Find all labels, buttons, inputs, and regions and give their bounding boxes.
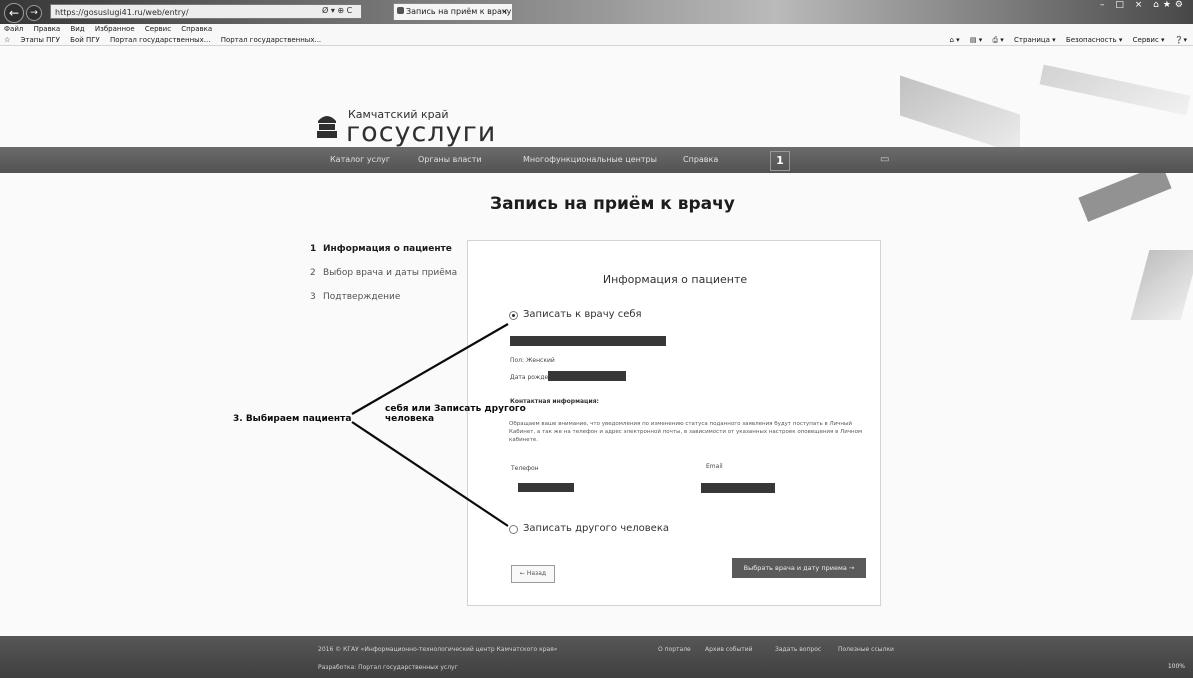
email-label: Email (706, 463, 723, 470)
print-icon[interactable]: ⎙ ▾ (992, 36, 1003, 44)
user-icon[interactable]: 1 (770, 151, 790, 171)
decor-shard (1039, 64, 1191, 116)
menu-tools[interactable]: Сервис (145, 25, 171, 33)
favorites-bar: ☆ Этапы ПГУ Бой ПГУ Портал государственн… (0, 35, 1193, 46)
radio-other[interactable] (509, 525, 518, 534)
brand-title[interactable]: госуслуги (346, 117, 496, 148)
menu-edit[interactable]: Правка (34, 25, 61, 33)
favorite-link[interactable]: Этапы ПГУ (21, 36, 60, 44)
home-icon[interactable]: ⌂ ▾ (949, 36, 959, 44)
command-bar: ⌂ ▾ ▤ ▾ ⎙ ▾ Страница ▾ Безопасность ▾ Се… (941, 35, 1187, 46)
browser-titlebar: ← → https://gosuslugi41.ru/web/entry/ Ø … (0, 0, 1193, 24)
nav-catalog[interactable]: Каталог услуг (330, 155, 390, 164)
phone-label: Телефон (511, 465, 539, 472)
footer-link-useful[interactable]: Полезные ссылки (838, 646, 894, 653)
back-arrow-icon[interactable]: ← (4, 3, 24, 23)
page-menu[interactable]: Страница ▾ (1014, 36, 1056, 44)
back-button[interactable]: ← Назад (511, 565, 555, 583)
notice-text: Обращаем ваше внимание, что уведомления … (509, 421, 863, 443)
favorite-link[interactable]: Портал государственных... (110, 36, 210, 44)
tab-active[interactable]: Запись на приём к врачу × (393, 3, 513, 20)
dob-redacted (548, 371, 626, 381)
window-controls[interactable]: – □ × ⌂★⚙ (1100, 0, 1187, 10)
radio-self-label[interactable]: Записать к врачу себя (523, 309, 642, 320)
menu-favorites[interactable]: Избранное (95, 25, 135, 33)
forward-arrow-icon[interactable]: → (26, 5, 42, 21)
phone-redacted (518, 483, 574, 492)
footer-copyright: 2016 © КГАУ «Информационно-технологическ… (318, 646, 558, 653)
annotation-step-label: 3. Выбираем пациента (233, 414, 352, 424)
step-patient-info[interactable]: 1 Информация о пациенте (310, 244, 460, 255)
tools-menu[interactable]: Сервис ▾ (1133, 36, 1165, 44)
footer-bottom-line: Разработка: Портал государственных услуг (318, 664, 458, 671)
wizard-steps: 1 Информация о пациенте 2 Выбор врача и … (310, 244, 460, 316)
menu-bar: Файл Правка Вид Избранное Сервис Справка (0, 24, 1193, 35)
choose-doctor-button[interactable]: Выбрать врача и дату приема → (732, 558, 866, 578)
nav-authorities[interactable]: Органы власти (418, 155, 482, 164)
gosuslugi-logo-icon[interactable] (316, 111, 338, 141)
decor-shard (900, 75, 1020, 155)
decor-shard (1130, 250, 1193, 320)
footer-link-about[interactable]: О портале (658, 646, 691, 653)
gender-text: Пол: Женский (510, 357, 555, 364)
page-title: Запись на приём к врачу (490, 194, 735, 214)
page-favicon-icon (397, 7, 404, 14)
tab-title: Запись на приём к врачу (406, 7, 512, 16)
step-doctor-date[interactable]: 2 Выбор врача и даты приёма (310, 268, 460, 279)
email-redacted (701, 483, 775, 493)
address-tools[interactable]: Ø ▾ ⊕ C (322, 6, 352, 15)
menu-file[interactable]: Файл (4, 25, 23, 33)
site-footer: 2016 © КГАУ «Информационно-технологическ… (0, 636, 1193, 678)
address-bar[interactable]: https://gosuslugi41.ru/web/entry/ (50, 4, 362, 19)
footer-link-ask[interactable]: Задать вопрос (775, 646, 821, 653)
favorite-link[interactable]: Портал государственных... (221, 36, 321, 44)
annotation-hint: себя или Записать другого человека (385, 404, 526, 424)
step-confirmation[interactable]: 3 Подтверждение (310, 292, 460, 303)
nav-help[interactable]: Справка (683, 155, 718, 164)
help-icon[interactable]: ❓▾ (1175, 36, 1187, 44)
security-menu[interactable]: Безопасность ▾ (1066, 36, 1122, 44)
star-icon[interactable]: ☆ (4, 36, 10, 44)
card-title: Информация о пациенте (602, 273, 748, 286)
zoom-level[interactable]: 100% (1168, 663, 1185, 670)
feeds-icon[interactable]: ▤ ▾ (970, 36, 982, 44)
patient-name-redacted (510, 336, 666, 346)
radio-self[interactable] (509, 311, 518, 320)
footer-link-archive[interactable]: Архив событий (705, 646, 753, 653)
menu-view[interactable]: Вид (70, 25, 84, 33)
nav-mfc[interactable]: Многофункциональные центры (523, 155, 657, 164)
radio-other-label[interactable]: Записать другого человека (523, 523, 669, 534)
menu-help[interactable]: Справка (181, 25, 212, 33)
site-navigation: Каталог услуг Органы власти Многофункцио… (0, 147, 1193, 173)
cart-icon[interactable]: ▭ (880, 154, 889, 165)
close-tab-icon[interactable]: × (501, 4, 508, 20)
favorite-link[interactable]: Бой ПГУ (70, 36, 100, 44)
